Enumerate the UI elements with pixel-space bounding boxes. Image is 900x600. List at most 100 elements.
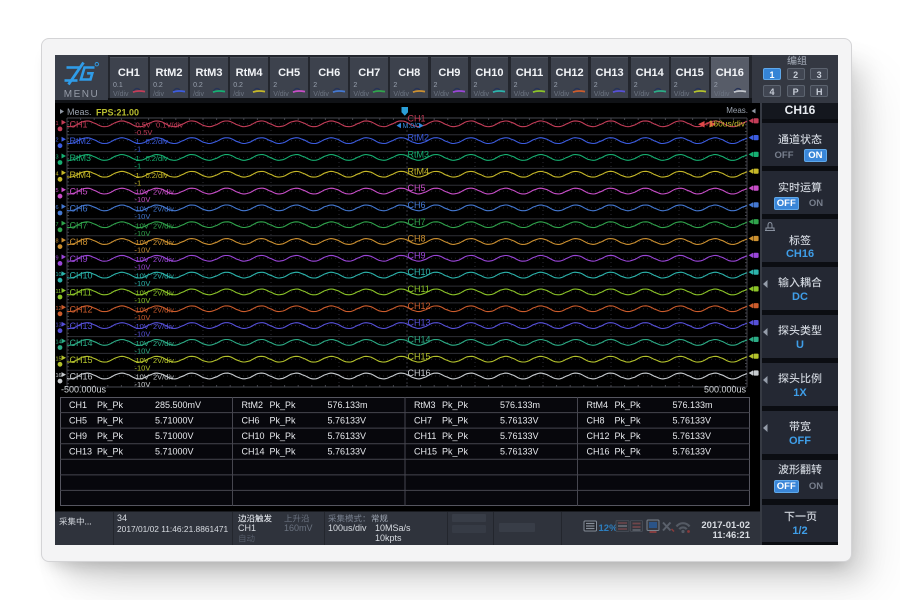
- svg-text:5.76133V: 5.76133V: [328, 416, 367, 426]
- svg-text:CH1: CH1: [69, 400, 87, 410]
- svg-text:Pk_Pk: Pk_Pk: [615, 447, 642, 457]
- svg-text:10: 10: [56, 272, 62, 278]
- svg-text:576.133m: 576.133m: [500, 400, 540, 410]
- svg-text:CH13: CH13: [69, 447, 92, 457]
- svg-text:285.500mV: 285.500mV: [155, 400, 201, 410]
- svg-text:CH15: CH15: [408, 351, 431, 361]
- svg-text:CH16: CH16: [70, 372, 93, 382]
- svg-text:5.71000V: 5.71000V: [155, 447, 194, 457]
- svg-text:-10V: -10V: [135, 212, 151, 221]
- svg-text:CH6: CH6: [242, 416, 260, 426]
- svg-text:RtM2: RtM2: [408, 133, 430, 143]
- svg-text:CH8: CH8: [70, 237, 88, 247]
- svg-text:-10V: -10V: [135, 363, 151, 372]
- svg-text:Pk_Pk: Pk_Pk: [270, 400, 297, 410]
- svg-text:-10V: -10V: [135, 262, 151, 271]
- svg-text:Pk_Pk: Pk_Pk: [442, 431, 469, 441]
- svg-text:CH15: CH15: [414, 447, 437, 457]
- svg-text:RtM2: RtM2: [70, 136, 92, 146]
- svg-text:5.71000V: 5.71000V: [155, 416, 194, 426]
- svg-text:CH1: CH1: [70, 119, 88, 129]
- svg-text:CH12: CH12: [587, 431, 610, 441]
- svg-text:2V/div: 2V/div: [153, 356, 174, 365]
- svg-text:-1: -1: [135, 145, 142, 154]
- svg-text:0.1V/div: 0.1V/div: [156, 120, 183, 129]
- svg-text:-10V: -10V: [135, 347, 151, 356]
- svg-text:5.76133V: 5.76133V: [328, 447, 367, 457]
- svg-text:5: 5: [56, 188, 59, 194]
- svg-text:0.2/div: 0.2/div: [146, 154, 168, 163]
- svg-text:2V/div: 2V/div: [153, 205, 174, 214]
- svg-text:CH11: CH11: [408, 284, 430, 294]
- svg-text:15: 15: [56, 356, 62, 362]
- svg-text:Pk_Pk: Pk_Pk: [442, 447, 469, 457]
- svg-text:11: 11: [56, 289, 62, 295]
- svg-text:Pk_Pk: Pk_Pk: [97, 416, 124, 426]
- svg-text:2V/div: 2V/div: [153, 221, 174, 230]
- svg-text:1: 1: [56, 121, 59, 127]
- svg-text:9: 9: [56, 255, 59, 261]
- svg-text:7: 7: [56, 222, 59, 228]
- svg-text:CH13: CH13: [70, 321, 93, 331]
- svg-text:2V/div: 2V/div: [153, 305, 174, 314]
- svg-text:CH14: CH14: [408, 335, 431, 345]
- svg-text:12%: 12%: [599, 523, 619, 534]
- svg-text:-10V: -10V: [135, 296, 151, 305]
- svg-text:Pk_Pk: Pk_Pk: [270, 431, 297, 441]
- svg-text:CH9: CH9: [408, 250, 426, 260]
- svg-text:160us/div: 160us/div: [709, 119, 746, 129]
- svg-text:-10V: -10V: [135, 229, 151, 238]
- svg-text:-1: -1: [135, 162, 142, 171]
- svg-text:CH14: CH14: [242, 447, 265, 457]
- svg-text:CH6: CH6: [408, 200, 426, 210]
- svg-text:Pk_Pk: Pk_Pk: [615, 431, 642, 441]
- svg-text:-10V: -10V: [135, 313, 151, 322]
- svg-text:5.76133V: 5.76133V: [500, 447, 539, 457]
- svg-text:RtM2: RtM2: [242, 400, 264, 410]
- svg-text:5.76133V: 5.76133V: [673, 416, 712, 426]
- svg-text:576.133m: 576.133m: [673, 400, 713, 410]
- svg-text:CH8: CH8: [408, 234, 426, 244]
- svg-text:-10V: -10V: [135, 279, 151, 288]
- svg-text:5.76133V: 5.76133V: [500, 431, 539, 441]
- svg-text:CH10: CH10: [242, 431, 265, 441]
- svg-text:Pk_Pk: Pk_Pk: [97, 431, 124, 441]
- svg-text:5.76133V: 5.76133V: [328, 431, 367, 441]
- svg-text:13: 13: [56, 323, 62, 329]
- svg-text:FPS:21.00: FPS:21.00: [96, 108, 139, 118]
- svg-text:CH5: CH5: [70, 187, 88, 197]
- svg-text:2V/div: 2V/div: [153, 373, 174, 382]
- svg-text:8: 8: [56, 239, 59, 245]
- svg-text:500.000us: 500.000us: [704, 385, 747, 395]
- svg-text:CH5: CH5: [408, 183, 426, 193]
- svg-text:2V/div: 2V/div: [153, 238, 174, 247]
- svg-text:CH11: CH11: [70, 288, 92, 298]
- svg-text:3: 3: [56, 155, 59, 161]
- svg-text:CH7: CH7: [414, 416, 432, 426]
- svg-text:2V/div: 2V/div: [153, 188, 174, 197]
- svg-text:RtM4: RtM4: [408, 166, 430, 176]
- svg-text:CH9: CH9: [69, 431, 87, 441]
- svg-text:2V/div: 2V/div: [153, 339, 174, 348]
- svg-text:RtM4: RtM4: [587, 400, 609, 410]
- svg-text:CH16: CH16: [587, 447, 610, 457]
- svg-text:2V/div: 2V/div: [153, 289, 174, 298]
- svg-text:CH5: CH5: [69, 416, 87, 426]
- svg-text:Pk_Pk: Pk_Pk: [270, 416, 297, 426]
- svg-text:CH6: CH6: [70, 204, 88, 214]
- svg-text:5.76133V: 5.76133V: [500, 416, 539, 426]
- svg-text:14: 14: [56, 340, 62, 346]
- svg-text:0.2/div: 0.2/div: [146, 171, 168, 180]
- svg-text:-10V: -10V: [135, 246, 151, 255]
- svg-text:0.2/div: 0.2/div: [146, 137, 168, 146]
- svg-text:CH12: CH12: [408, 301, 431, 311]
- svg-text:-10V: -10V: [135, 195, 151, 204]
- svg-text:5.71000V: 5.71000V: [155, 431, 194, 441]
- svg-text:Meas.: Meas.: [726, 106, 748, 115]
- svg-text:CH12: CH12: [70, 304, 93, 314]
- svg-text:2V/div: 2V/div: [153, 272, 174, 281]
- svg-text:CH15: CH15: [70, 355, 93, 365]
- svg-text:-1: -1: [135, 178, 142, 187]
- svg-text:M:0/0: M:0/0: [403, 123, 421, 130]
- svg-text:2V/div: 2V/div: [153, 322, 174, 331]
